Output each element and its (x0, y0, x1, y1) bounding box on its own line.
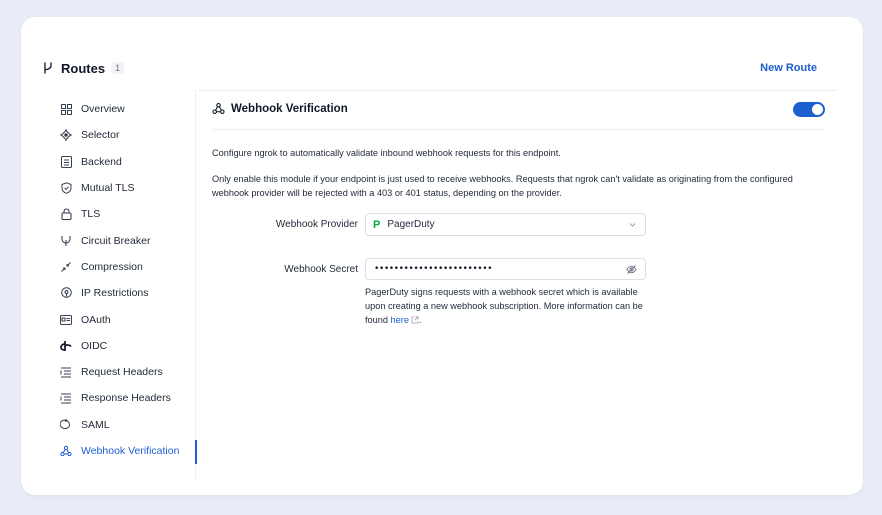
sidebar-item-label: Webhook Verification (81, 445, 180, 457)
sidebar-item-request-headers[interactable]: Request Headers (50, 359, 196, 385)
sidebar-item-label: Backend (81, 155, 122, 168)
sidebar-item-label: OAuth (81, 313, 111, 326)
webhook-icon (59, 444, 73, 458)
sidebar-item-label: Circuit Breaker (81, 234, 151, 247)
sidebar-item-label: IP Restrictions (81, 287, 149, 300)
headers-icon (59, 391, 73, 405)
sidebar-item-label: Overview (81, 103, 125, 116)
enable-toggle[interactable] (793, 102, 825, 117)
header-divider (198, 90, 837, 91)
sidebar-item-ip-restrictions[interactable]: IP Restrictions (50, 280, 196, 306)
sidebar-item-label: Response Headers (81, 392, 171, 405)
sidebar-item-oauth[interactable]: OAuth (50, 306, 196, 332)
server-icon (59, 155, 73, 169)
sidebar-item-backend[interactable]: Backend (50, 149, 196, 175)
sidebar-item-saml[interactable]: SAML (50, 412, 196, 438)
oidc-icon (59, 339, 73, 353)
shield-icon (59, 181, 73, 195)
help-suffix: . (418, 315, 422, 325)
routes-header: Routes 1 New Route (41, 52, 817, 84)
sidebar-item-overview[interactable]: Overview (50, 96, 196, 122)
description-text: Configure ngrok to automatically validat… (212, 148, 561, 158)
help-link[interactable]: here (391, 315, 409, 325)
section-title-text: Webhook Verification (231, 103, 348, 115)
sidebar-item-label: OIDC (81, 339, 108, 352)
new-route-button[interactable]: New Route (760, 62, 817, 74)
sidebar-item-compression[interactable]: Compression (50, 254, 196, 280)
sidebar: Overview Selector Backend Mutual TLS TLS… (50, 96, 197, 465)
sidebar-item-mutual-tls[interactable]: Mutual TLS (50, 175, 196, 201)
toggle-knob (812, 104, 823, 115)
secret-label: Webhook Secret (284, 264, 358, 275)
lock-icon (59, 207, 73, 221)
location-pin-icon (59, 286, 73, 300)
secret-input[interactable] (374, 264, 614, 274)
chevron-down-icon (628, 220, 637, 229)
sidebar-item-label: TLS (81, 208, 101, 221)
pagerduty-logo-icon: P (373, 218, 381, 231)
webhook-icon (212, 102, 226, 116)
sidebar-item-response-headers[interactable]: Response Headers (50, 385, 196, 411)
warning-text: Only enable this module if your endpoint… (212, 174, 793, 198)
sidebar-item-selector[interactable]: Selector (50, 122, 196, 148)
circuit-icon (59, 234, 73, 248)
sidebar-item-label: Selector (81, 129, 120, 142)
routes-title: Routes (61, 60, 106, 76)
routes-count-badge: 1 (111, 62, 125, 74)
external-link-icon (411, 314, 419, 324)
section-divider (212, 129, 825, 130)
grid-icon (59, 102, 73, 116)
branch-icon (41, 61, 55, 75)
sidebar-item-tls[interactable]: TLS (50, 201, 196, 227)
sidebar-item-webhook-verification[interactable]: Webhook Verification (50, 438, 197, 465)
saml-icon (59, 418, 73, 432)
id-card-icon (59, 313, 73, 327)
provider-value: PagerDuty (387, 219, 435, 230)
compress-icon (59, 260, 73, 274)
sidebar-item-label: Request Headers (81, 366, 163, 379)
provider-select[interactable]: P PagerDuty (365, 213, 646, 236)
secret-field[interactable] (365, 258, 646, 280)
section-title: Webhook Verification (212, 101, 348, 117)
sidebar-item-label: SAML (81, 418, 110, 431)
sidebar-item-oidc[interactable]: OIDC (50, 333, 196, 359)
sidebar-item-label: Compression (81, 260, 143, 273)
headers-icon (59, 365, 73, 379)
secret-help-text: PagerDuty signs requests with a webhook … (365, 285, 655, 327)
eye-off-icon[interactable] (626, 264, 637, 275)
sidebar-item-circuit-breaker[interactable]: Circuit Breaker (50, 227, 196, 253)
provider-label: Webhook Provider (275, 219, 358, 230)
sidebar-item-label: Mutual TLS (81, 182, 135, 195)
crosshair-icon (59, 128, 73, 142)
